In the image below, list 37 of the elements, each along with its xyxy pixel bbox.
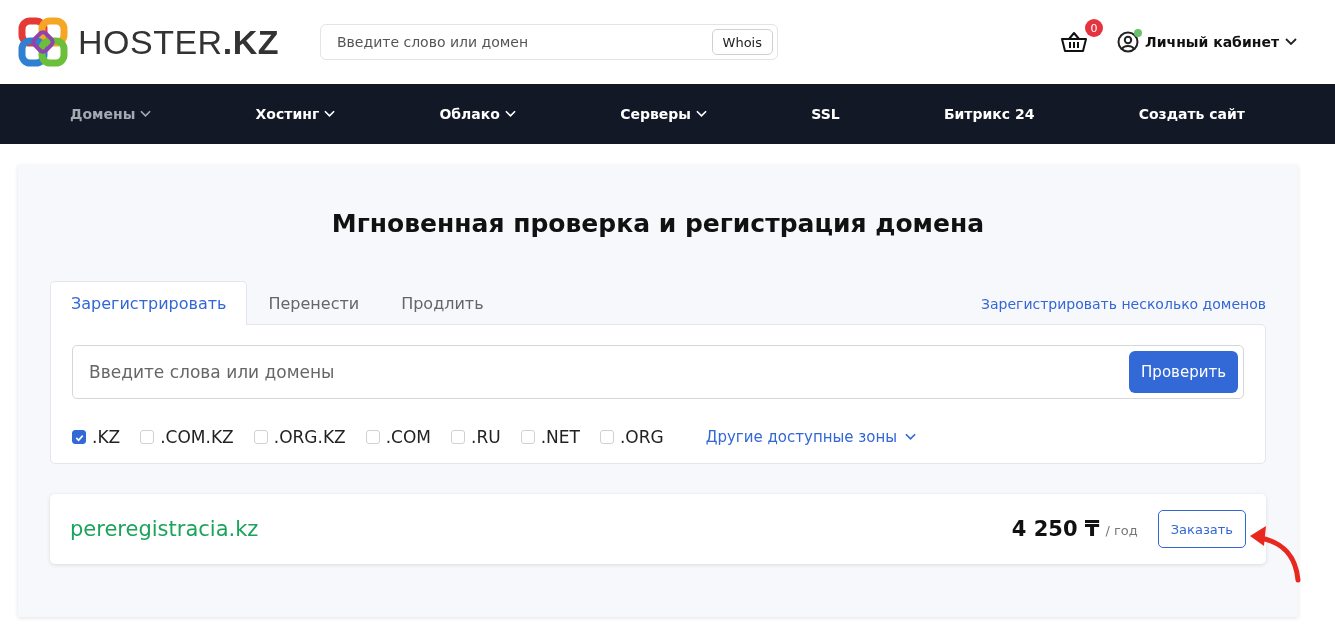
nav-item[interactable]: Домены: [70, 106, 152, 122]
account-menu[interactable]: Личный кабинет: [1117, 31, 1297, 53]
nav-item[interactable]: Создать сайт: [1138, 106, 1245, 122]
user-icon: [1117, 31, 1140, 53]
zone-label: .ORG.KZ: [273, 427, 346, 447]
domain-search-field[interactable]: Введите слова или домены Проверить: [72, 345, 1244, 399]
bulk-register-link[interactable]: Зарегистрировать несколько доменов: [980, 296, 1266, 324]
nav-item[interactable]: SSL: [811, 106, 840, 122]
tab[interactable]: Зарегистрировать: [50, 281, 248, 325]
domain-name: pereregistracia.kz: [70, 517, 259, 541]
zone-label: .COM: [385, 427, 432, 447]
chevron-down-icon: [905, 433, 917, 441]
tab[interactable]: Продлить: [380, 281, 505, 325]
tab[interactable]: Перенести: [247, 281, 381, 325]
other-zones-link[interactable]: Другие доступные зоны: [705, 428, 917, 446]
zone-label: .RU: [471, 427, 501, 447]
nav-item[interactable]: Серверы: [620, 106, 707, 122]
zone-label: .NET: [540, 427, 580, 447]
zone-label: .COM.KZ: [160, 427, 234, 447]
check-button[interactable]: Проверить: [1129, 351, 1238, 393]
price-period: / год: [1105, 523, 1138, 538]
nav-item[interactable]: Хостинг: [255, 106, 336, 122]
order-button[interactable]: Заказать: [1157, 510, 1246, 548]
checkbox[interactable]: [72, 430, 86, 444]
nav-item[interactable]: Битрикс 24: [943, 106, 1035, 122]
zone-label: .KZ: [92, 427, 121, 447]
zone-label: .ORG: [619, 427, 664, 447]
logo-text[interactable]: HOSTER.KZ: [78, 22, 279, 62]
logo-icon: [18, 17, 68, 67]
page-title: Мгновенная проверка и регистрация домена: [330, 208, 986, 240]
whois-button[interactable]: Whois: [711, 29, 773, 55]
cart-count-badge: 0: [1085, 19, 1104, 37]
chevron-down-icon: [1285, 38, 1297, 46]
basket-icon[interactable]: [1061, 31, 1088, 53]
whois-search-field[interactable]: Введите слово или домен Whois: [320, 24, 778, 60]
price: 4 250 ₸: [1011, 517, 1100, 541]
nav-item[interactable]: Облако: [439, 106, 516, 122]
